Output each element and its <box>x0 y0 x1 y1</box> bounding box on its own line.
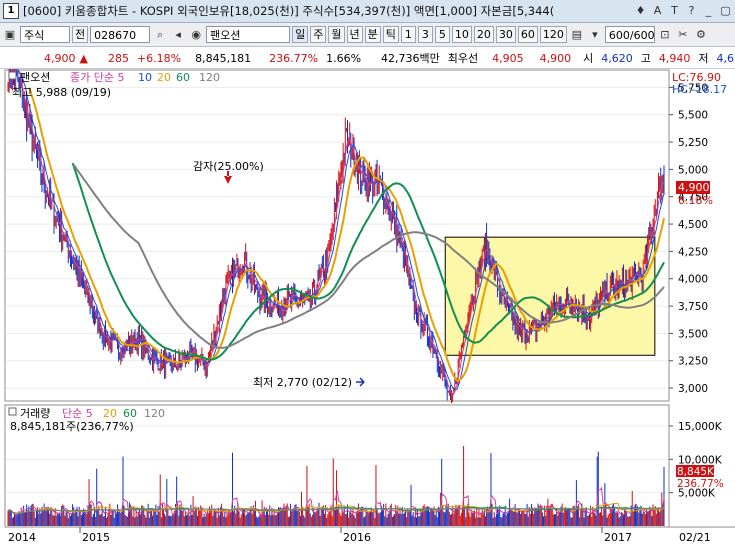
vol-legend-ma60: 60 <box>123 407 137 420</box>
price-change-pct: +6.18% <box>136 51 182 65</box>
legend-ma60: 60 <box>176 71 190 84</box>
volume-ratio: 236.77% <box>269 51 319 65</box>
price-volume-chart[interactable]: 5,7505,5005,2505,0004,7504,5004,2504,000… <box>0 46 735 553</box>
current-volume-tag-text: 8,845K <box>677 466 715 478</box>
x-label-2017: 2017 <box>604 531 632 544</box>
volume-y-tick-label: 10,000K <box>678 454 723 466</box>
speaker-icon[interactable]: ◂ <box>170 27 186 43</box>
minute-5[interactable]: 5 <box>434 26 450 43</box>
interval-month[interactable]: 월 <box>328 26 345 43</box>
high-price: 4,940 <box>658 51 691 65</box>
low-annotation: 최저 2,770 (02/12) <box>253 376 352 389</box>
x-label-2016: 2016 <box>343 531 371 544</box>
chart-type-icon[interactable]: ▤ <box>569 27 585 43</box>
chart-toolbar: ▣ 주식 전 028670 ⌕ ◂ ◉ 팬오션 일 주 월 년 분 틱 1 3 … <box>0 23 735 47</box>
help-icon[interactable]: ? <box>684 3 699 19</box>
price-y-tick-label: 5,000 <box>678 164 708 176</box>
tools-icon[interactable]: ✂ <box>675 27 691 43</box>
price-y-tick-label: 5,500 <box>678 110 708 122</box>
price-y-tick-label: 4,000 <box>678 274 708 286</box>
chart-area[interactable]: 5,750 5,500 5,250 5,000 4,750 4,500 4,250 4,000… <box>0 46 735 553</box>
dropdown-icon[interactable]: ▾ <box>587 27 603 43</box>
interval-tick[interactable]: 틱 <box>382 26 399 43</box>
count-input[interactable]: 600/600 <box>604 26 655 43</box>
interval-week[interactable]: 주 <box>310 26 327 43</box>
minute-3[interactable]: 3 <box>417 26 433 43</box>
layout-icon[interactable]: ▣ <box>2 27 18 43</box>
high-label: 고 <box>640 52 651 65</box>
volume: 8,845,181 <box>195 51 252 65</box>
period-button[interactable]: 전 <box>72 26 89 43</box>
volume-y-tick-label: 15,000K <box>678 421 723 433</box>
market-select[interactable]: 주식 <box>20 26 70 43</box>
price-y-tick-label: 3,500 <box>678 328 708 340</box>
settings-icon[interactable]: ⚙ <box>693 27 709 43</box>
volume-toggle-icon[interactable] <box>8 407 17 416</box>
price-y-tick-label: 3,750 <box>678 301 708 313</box>
x-label-date: 02/21 <box>679 531 711 544</box>
price-y-tick-label: 3,000 <box>678 383 708 395</box>
volume-value-label: 8,845,181주(236,77%) <box>10 420 134 433</box>
current-price: 4,900 <box>44 51 76 65</box>
price-panel-title: 팬오션 <box>20 71 50 84</box>
best-bid: 4,900 <box>539 51 572 65</box>
minute-1[interactable]: 1 <box>400 26 416 43</box>
low-label: 저 <box>698 52 709 65</box>
up-arrow-icon: ▲ <box>79 51 88 65</box>
price-change: 285 <box>107 51 129 65</box>
low-price: 4,620 <box>716 51 735 65</box>
panel-toggle-icon[interactable] <box>8 71 17 80</box>
quote-bar: 4,900 ▲ 285 +6.18% 8,845,181 236.77% 1.6… <box>0 48 735 69</box>
font-a-icon[interactable]: A <box>650 3 665 19</box>
arrow-icon[interactable]: ◉ <box>188 27 204 43</box>
x-label-2015: 2015 <box>82 531 110 544</box>
minute-30[interactable]: 30 <box>495 26 516 43</box>
title-bar: 1 [0600] 키움종합차트 - KOSPI 외국인보유[18,025(천)]… <box>0 0 735 23</box>
minimize-icon[interactable]: _ <box>701 3 716 19</box>
current-change-tag: 6.18% <box>678 194 713 207</box>
hc-value: HC:-18.17 <box>672 83 727 96</box>
maximize-icon[interactable]: ▢ <box>718 3 733 19</box>
x-label-2014: 2014 <box>8 531 36 544</box>
volume-panel-title: 거래량 <box>20 407 50 420</box>
app-icon[interactable]: 1 <box>3 3 19 19</box>
minute-10[interactable]: 10 <box>451 26 472 43</box>
interval-minute[interactable]: 분 <box>364 26 381 43</box>
best-ask: 4,905 <box>492 51 524 65</box>
legend-ma20: 20 <box>157 71 171 84</box>
high-annotation: 최고 5,988 (09/19) <box>12 86 111 99</box>
turnover: 1.66% <box>326 51 362 65</box>
current-price-tag-text: 4,900 <box>678 181 710 194</box>
interval-year[interactable]: 년 <box>346 26 363 43</box>
interval-day[interactable]: 일 <box>292 26 309 43</box>
stock-name-field: 팬오션 <box>206 26 291 43</box>
price-y-tick-label: 5,250 <box>678 137 708 149</box>
code-input[interactable]: 028670 <box>90 26 151 43</box>
minute-120[interactable]: 120 <box>539 26 567 43</box>
minute-60[interactable]: 60 <box>517 26 538 43</box>
trade-amount: 42,736백만 <box>381 52 440 65</box>
open-price: 4,620 <box>601 51 633 65</box>
vol-legend-ma20: 20 <box>103 407 117 420</box>
legend-ma10: 10 <box>138 71 152 84</box>
current-volume-ratio: 236.77% <box>677 478 724 490</box>
lock-icon[interactable]: ⊡ <box>657 27 673 43</box>
legend-ma120: 120 <box>199 71 220 84</box>
minute-20[interactable]: 20 <box>473 26 494 43</box>
legend-ma5: 종가 단순 5 <box>70 71 124 84</box>
diamond-icon[interactable]: ♦ <box>633 3 648 19</box>
search-icon[interactable]: ⌕ <box>152 27 168 43</box>
window-title: [0600] 키움종합차트 - KOSPI 외국인보유[18,025(천)] 주… <box>23 4 555 18</box>
vol-legend-ma120: 120 <box>144 407 165 420</box>
pin-t-icon[interactable]: T <box>667 3 682 19</box>
vol-legend-ma5: 단순 5 <box>62 407 93 420</box>
best-ask-label: 최우선 <box>447 52 479 65</box>
price-y-tick-label: 3,250 <box>678 356 708 368</box>
price-y-tick-label: 4,500 <box>678 219 708 231</box>
open-label: 시 <box>583 52 594 65</box>
price-y-tick-label: 4,250 <box>678 246 708 258</box>
